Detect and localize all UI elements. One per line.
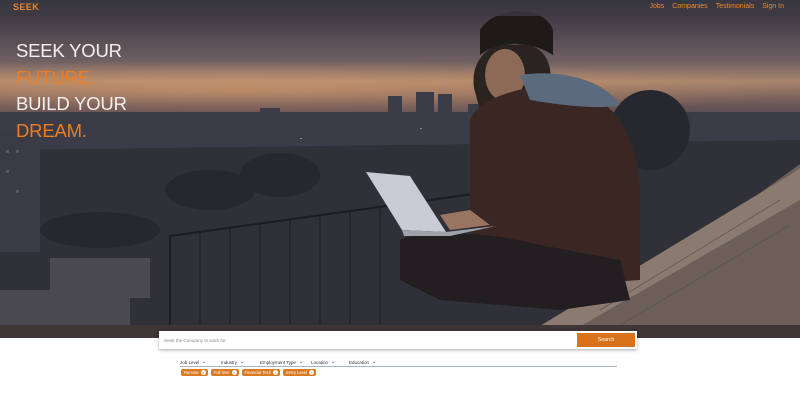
headline-line-1: SEEK YOUR	[16, 40, 122, 61]
filter-job-level[interactable]: Job Level ⌄	[180, 358, 217, 366]
filter-label: Employment Type	[260, 359, 296, 365]
filter-education[interactable]: Education ⌄	[349, 358, 388, 366]
hero-banner: SEEK Jobs Companies Testimonials Sign In…	[0, 0, 800, 338]
chip-entry-level[interactable]: Entry Level ×	[283, 369, 317, 376]
filter-divider	[180, 366, 617, 367]
chip-financial-tech[interactable]: Financial Tech ×	[241, 369, 281, 376]
chevron-down-icon: ⌄	[372, 359, 377, 365]
nav-jobs-link[interactable]: Jobs	[649, 3, 664, 10]
search-bar: Search	[159, 331, 637, 349]
hero-headline: SEEK YOUR FUTURE. BUILD YOUR DREAM.	[16, 38, 127, 144]
headline-line-4: DREAM.	[16, 119, 87, 141]
close-icon[interactable]: ×	[200, 370, 206, 375]
chip-remote[interactable]: Remote ×	[181, 369, 208, 376]
filter-label: Education	[349, 359, 370, 365]
chip-full-time[interactable]: Full time ×	[210, 369, 239, 376]
filter-industry[interactable]: Industry ⌄	[221, 358, 256, 366]
filter-location[interactable]: Location ⌄	[311, 358, 345, 366]
chevron-down-icon: ⌄	[240, 359, 245, 365]
active-filter-chips: Remote × Full time × Financial Tech × Entry…	[181, 369, 317, 376]
chip-label: Full time	[213, 370, 230, 375]
filter-bar: Job Level ⌄ Industry ⌄ Employment Type ⌄ Lo…	[180, 358, 388, 366]
chip-label: Entry Level	[286, 370, 308, 375]
filter-label: Location	[311, 359, 329, 365]
chip-label: Financial Tech	[244, 370, 272, 375]
filter-label: Job Level	[180, 359, 200, 365]
headline-line-3: BUILD YOUR	[16, 93, 127, 115]
chevron-down-icon: ⌄	[331, 359, 336, 365]
nav-menu: Jobs Companies Testimonials Sign In	[649, 3, 784, 10]
brand-logo[interactable]: SEEK	[13, 2, 39, 12]
filter-label: Industry	[221, 359, 238, 365]
headline-line-2: FUTURE.	[16, 66, 95, 88]
close-icon[interactable]: ×	[273, 370, 279, 375]
chevron-down-icon: ⌄	[202, 359, 207, 365]
close-icon[interactable]: ×	[231, 370, 237, 375]
nav-signin-link[interactable]: Sign In	[762, 3, 784, 10]
filter-employment-type[interactable]: Employment Type ⌄	[260, 358, 307, 366]
search-input[interactable]	[162, 334, 578, 346]
navbar: SEEK Jobs Companies Testimonials Sign In	[0, 0, 800, 16]
chevron-down-icon: ⌄	[298, 359, 304, 365]
chip-label: Remote	[184, 370, 199, 375]
nav-companies-link[interactable]: Companies	[672, 3, 707, 10]
close-icon[interactable]: ×	[309, 370, 315, 375]
nav-testimonials-link[interactable]: Testimonials	[716, 3, 755, 10]
search-button[interactable]: Search	[577, 333, 635, 347]
